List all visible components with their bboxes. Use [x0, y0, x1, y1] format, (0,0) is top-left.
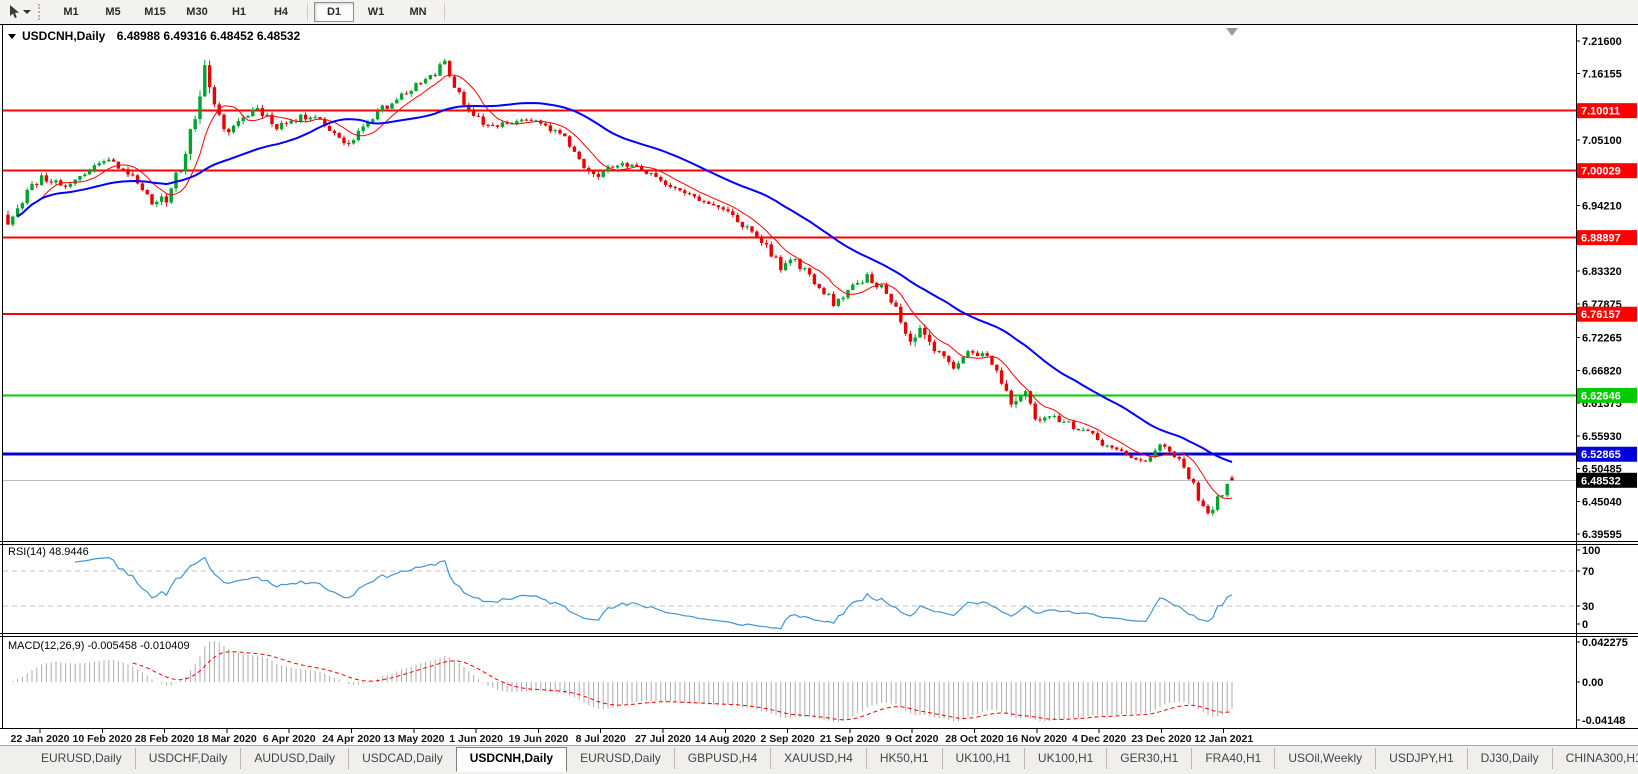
tab-eurusd-daily[interactable]: EURUSD,Daily: [567, 748, 674, 769]
date-label: 6 Apr 2020: [263, 733, 316, 745]
toolbar-separator: [444, 3, 445, 21]
tab-usdcnh-daily[interactable]: USDCNH,Daily: [456, 747, 567, 772]
tab-gbpusd-h4[interactable]: GBPUSD,H4: [674, 748, 770, 769]
date-label: 24 Apr 2020: [322, 733, 381, 745]
tab-china300-h1[interactable]: CHINA300,H1: [1552, 748, 1638, 769]
date-label: 21 Sep 2020: [820, 733, 880, 745]
axis-tick-label: 7.21600: [1582, 36, 1622, 48]
axis-tick-label: 6.66820: [1582, 365, 1622, 377]
tf-button-h1[interactable]: H1: [219, 2, 259, 22]
date-label: 8 Jul 2020: [576, 733, 626, 745]
chart-canvas[interactable]: 7.216007.161557.051006.942106.833206.778…: [0, 24, 1638, 745]
tab-uk100-h1[interactable]: UK100,H1: [1024, 748, 1106, 769]
axis-tick-label: 70: [1582, 566, 1594, 578]
tf-button-m1[interactable]: M1: [51, 2, 91, 22]
date-label: 13 May 2020: [383, 733, 444, 745]
price-tag: 6.62646: [1577, 388, 1637, 403]
axis-tick-label: -0.04148: [1582, 715, 1625, 727]
price-tag: 6.76157: [1577, 307, 1637, 322]
chart-tab-bar: EURUSD,DailyUSDCHF,DailyAUDUSD,DailyUSDC…: [0, 745, 1638, 774]
tab-ger30-h1[interactable]: GER30,H1: [1106, 748, 1191, 769]
date-label: 19 Jun 2020: [509, 733, 569, 745]
svg-text:6.52865: 6.52865: [1581, 449, 1621, 461]
axis-tick-label: 6.83320: [1582, 266, 1622, 278]
date-label: 14 Aug 2020: [695, 733, 756, 745]
tab-hk50-h1[interactable]: HK50,H1: [866, 748, 942, 769]
tab-eurusd-daily[interactable]: EURUSD,Daily: [28, 748, 135, 769]
date-label: 28 Oct 2020: [945, 733, 1004, 745]
svg-text:6.88897: 6.88897: [1581, 233, 1621, 245]
date-label: 23 Dec 2020: [1131, 733, 1191, 745]
price-tag: 6.52865: [1577, 447, 1637, 462]
date-label: 4 Dec 2020: [1072, 733, 1126, 745]
price-tag: 7.00029: [1577, 163, 1637, 178]
axis-tick-label: 6.72265: [1582, 333, 1622, 345]
axis-tick-label: 7.05100: [1582, 135, 1622, 147]
date-label: 16 Nov 2020: [1006, 733, 1067, 745]
axis-tick-label: 100: [1582, 545, 1600, 557]
axis-tick-label: 30: [1582, 601, 1594, 613]
axis-tick-label: 6.55930: [1582, 431, 1622, 443]
toolbar: M1M5M15M30H1H4 D1W1MN: [0, 0, 1638, 24]
tf-button-w1[interactable]: W1: [356, 2, 396, 22]
tab-xauusd-h4[interactable]: XAUUSD,H4: [770, 748, 866, 769]
svg-text:6.62646: 6.62646: [1581, 390, 1621, 402]
svg-text:7.10011: 7.10011: [1581, 106, 1620, 118]
date-label: 1 Jun 2020: [449, 733, 503, 745]
cursor-tool-caret-icon: [23, 10, 31, 14]
tab-usdjpy-h1[interactable]: USDJPY,H1: [1375, 748, 1466, 769]
svg-text:6.76157: 6.76157: [1581, 309, 1621, 321]
axis-tick-label: 0: [1582, 619, 1588, 631]
tf-button-m15[interactable]: M15: [135, 2, 175, 22]
tf-button-mn[interactable]: MN: [398, 2, 438, 22]
axis-tick-label: 6.39595: [1582, 529, 1622, 541]
date-label: 22 Jan 2020: [11, 733, 70, 745]
date-label: 18 Mar 2020: [197, 733, 257, 745]
svg-text:7.00029: 7.00029: [1581, 166, 1621, 178]
date-label: 28 Feb 2020: [135, 733, 195, 745]
svg-text:6.48532: 6.48532: [1581, 475, 1621, 487]
tab-uk100-h1[interactable]: UK100,H1: [942, 748, 1024, 769]
price-tag: 6.48532: [1577, 473, 1637, 488]
date-label: 2 Sep 2020: [760, 733, 814, 745]
price-tag: 7.10011: [1577, 103, 1637, 118]
axis-tick-label: 6.45040: [1582, 496, 1622, 508]
cursor-icon: [8, 5, 21, 19]
mt4-window: M1M5M15M30H1H4 D1W1MN 7.21600 7.16155 7.051…: [0, 0, 1638, 774]
axis-tick-label: 7.16155: [1582, 69, 1622, 81]
tab-usdchf-daily[interactable]: USDCHF,Daily: [135, 748, 241, 769]
tf-button-h4[interactable]: H4: [261, 2, 301, 22]
date-label: 9 Oct 2020: [886, 733, 939, 745]
tab-dj30-daily[interactable]: DJ30,Daily: [1467, 748, 1552, 769]
tab-usdcad-daily[interactable]: USDCAD,Daily: [348, 748, 456, 769]
price-tag: 6.88897: [1577, 230, 1637, 245]
date-label: 27 Jul 2020: [635, 733, 691, 745]
cursor-tool-button[interactable]: [4, 2, 34, 22]
tf-button-m30[interactable]: M30: [177, 2, 217, 22]
axis-tick-label: 0.00: [1582, 677, 1603, 689]
tab-audusd-daily[interactable]: AUDUSD,Daily: [240, 748, 348, 769]
date-label: 10 Feb 2020: [73, 733, 133, 745]
axis-tick-label: 6.94210: [1582, 201, 1622, 213]
date-label: 12 Jan 2021: [1194, 733, 1253, 745]
axis-tick-label: 0.042275: [1582, 637, 1628, 649]
tab-usoil-weekly[interactable]: USOil,Weekly: [1274, 748, 1375, 769]
tf-button-m5[interactable]: M5: [93, 2, 133, 22]
toolbar-grip: [38, 4, 42, 20]
tab-fra40-h1[interactable]: FRA40,H1: [1191, 748, 1274, 769]
tf-button-d1[interactable]: D1: [314, 2, 354, 22]
timeframe-buttons: M1M5M15M30H1H4 D1W1MN: [50, 0, 450, 24]
toolbar-separator: [307, 3, 308, 21]
